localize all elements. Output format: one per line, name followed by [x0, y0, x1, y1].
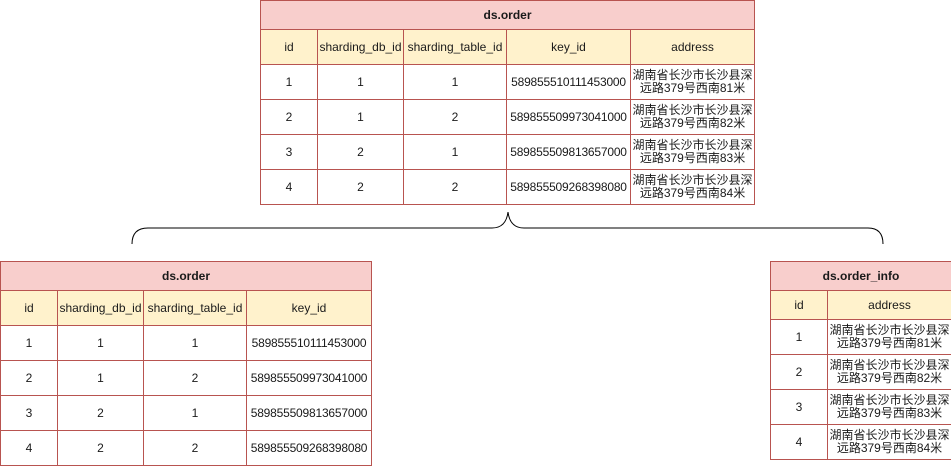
table-cell: 湖南省长沙市长沙县深远路379号西南81米	[827, 319, 951, 355]
table-cell: 2	[143, 430, 247, 466]
column-header: sharding_db_id	[57, 290, 144, 326]
column-header: address	[827, 290, 951, 320]
table-row: 1 湖南省长沙市长沙县深远路379号西南81米	[770, 319, 951, 355]
table-cell: 1	[57, 325, 144, 361]
table-row: 3 2 1 589855509813657000	[0, 395, 373, 431]
table-cell: 2	[770, 354, 828, 390]
column-header: key_id	[245, 290, 373, 326]
table-cell: 2	[0, 360, 58, 396]
table-cell: 589855509268398080	[245, 430, 373, 466]
table-cell: 1	[57, 360, 144, 396]
column-header: id	[0, 290, 58, 326]
table-cell: 1	[143, 395, 247, 431]
column-header: id	[770, 290, 828, 320]
table-title: ds.order_info	[770, 261, 951, 291]
column-header: sharding_table_id	[143, 290, 247, 326]
table-cell: 1	[770, 319, 828, 355]
table-cell: 589855509973041000	[245, 360, 373, 396]
table-cell: 1	[143, 325, 247, 361]
table-cell: 湖南省长沙市长沙县深远路379号西南84米	[827, 424, 951, 460]
table-row: 2 1 2 589855509973041000	[0, 360, 373, 396]
table-cell: 2	[57, 430, 144, 466]
table-row: 4 2 2 589855509268398080	[0, 430, 373, 466]
table-cell: 2	[143, 360, 247, 396]
table-cell: 589855509813657000	[245, 395, 373, 431]
right-order-info-table: ds.order_info id address 1 湖南省长沙市长沙县深远路3…	[770, 261, 951, 460]
table-cell: 3	[770, 389, 828, 425]
table-cell: 湖南省长沙市长沙县深远路379号西南83米	[827, 389, 951, 425]
table-cell: 4	[770, 424, 828, 460]
left-order-table: ds.order id sharding_db_id sharding_tabl…	[0, 261, 373, 466]
table-row: 4 湖南省长沙市长沙县深远路379号西南84米	[770, 424, 951, 460]
table-row: 1 1 1 589855510111453000	[0, 325, 373, 361]
table-row: 3 湖南省长沙市长沙县深远路379号西南83米	[770, 389, 951, 425]
table-cell: 589855510111453000	[245, 325, 373, 361]
table-cell: 3	[0, 395, 58, 431]
table-row: 2 湖南省长沙市长沙县深远路379号西南82米	[770, 354, 951, 390]
table-title: ds.order	[0, 261, 373, 291]
table-cell: 湖南省长沙市长沙县深远路379号西南82米	[827, 354, 951, 390]
table-cell: 1	[0, 325, 58, 361]
table-cell: 4	[0, 430, 58, 466]
table-cell: 2	[57, 395, 144, 431]
